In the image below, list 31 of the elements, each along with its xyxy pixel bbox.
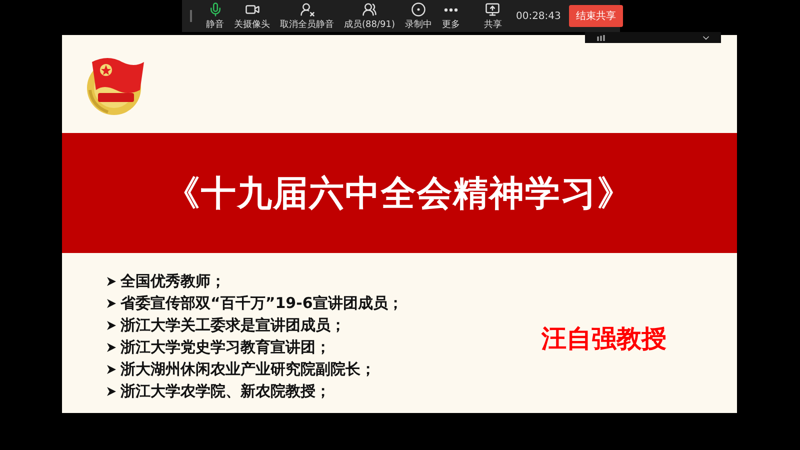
speaker-name: 汪自强教授 [542, 322, 666, 354]
person-cross-icon [300, 2, 314, 16]
bullet-text: 省委宣传部双“百千万”19-6宣讲团成员； [120, 294, 403, 312]
microphone-icon [208, 2, 222, 16]
bullet-text: 浙江大学农学院、新农院教授； [120, 382, 330, 400]
toolbar-button[interactable]: 更多 [438, 2, 464, 30]
arrow-bullet-icon [106, 298, 116, 308]
more-icon [444, 8, 458, 12]
toolbar-button[interactable]: 成员(88/91) [340, 2, 399, 30]
arrow-bullet-icon [106, 386, 116, 396]
share-timer: 00:28:43 [516, 10, 561, 22]
drag-handle-icon[interactable] [190, 10, 192, 22]
arrow-bullet-icon [106, 276, 116, 286]
bullet-text: 浙江大学党史学习教育宣讲团； [120, 338, 330, 356]
toolbar-button[interactable]: 录制中 [400, 2, 436, 30]
toolbar-button[interactable]: 关摄像头 [230, 2, 274, 30]
bullet-text: 全国优秀教师； [120, 272, 226, 290]
arrow-bullet-icon [106, 320, 116, 330]
toolbar-button[interactable]: 静音 [202, 2, 228, 30]
end-share-button[interactable]: 结束共享 [568, 5, 623, 27]
arrow-bullet-icon [106, 364, 116, 374]
arrow-bullet-icon [106, 342, 116, 352]
bullet-text: 浙大湖州休闲农业产业研究院副院长； [120, 360, 376, 378]
bullet-text: 浙江大学关工委求是宣讲团成员； [120, 316, 346, 334]
screen-share-icon [485, 2, 500, 16]
toolbar-button[interactable]: 共享 [480, 2, 506, 30]
record-icon [410, 2, 426, 16]
person-icon [362, 2, 377, 16]
slide-title: 《十九届六中全会精神学习》 [165, 172, 633, 216]
toolbar-button[interactable]: 取消全员静音 [276, 2, 338, 30]
audio-level-icon [597, 34, 605, 40]
